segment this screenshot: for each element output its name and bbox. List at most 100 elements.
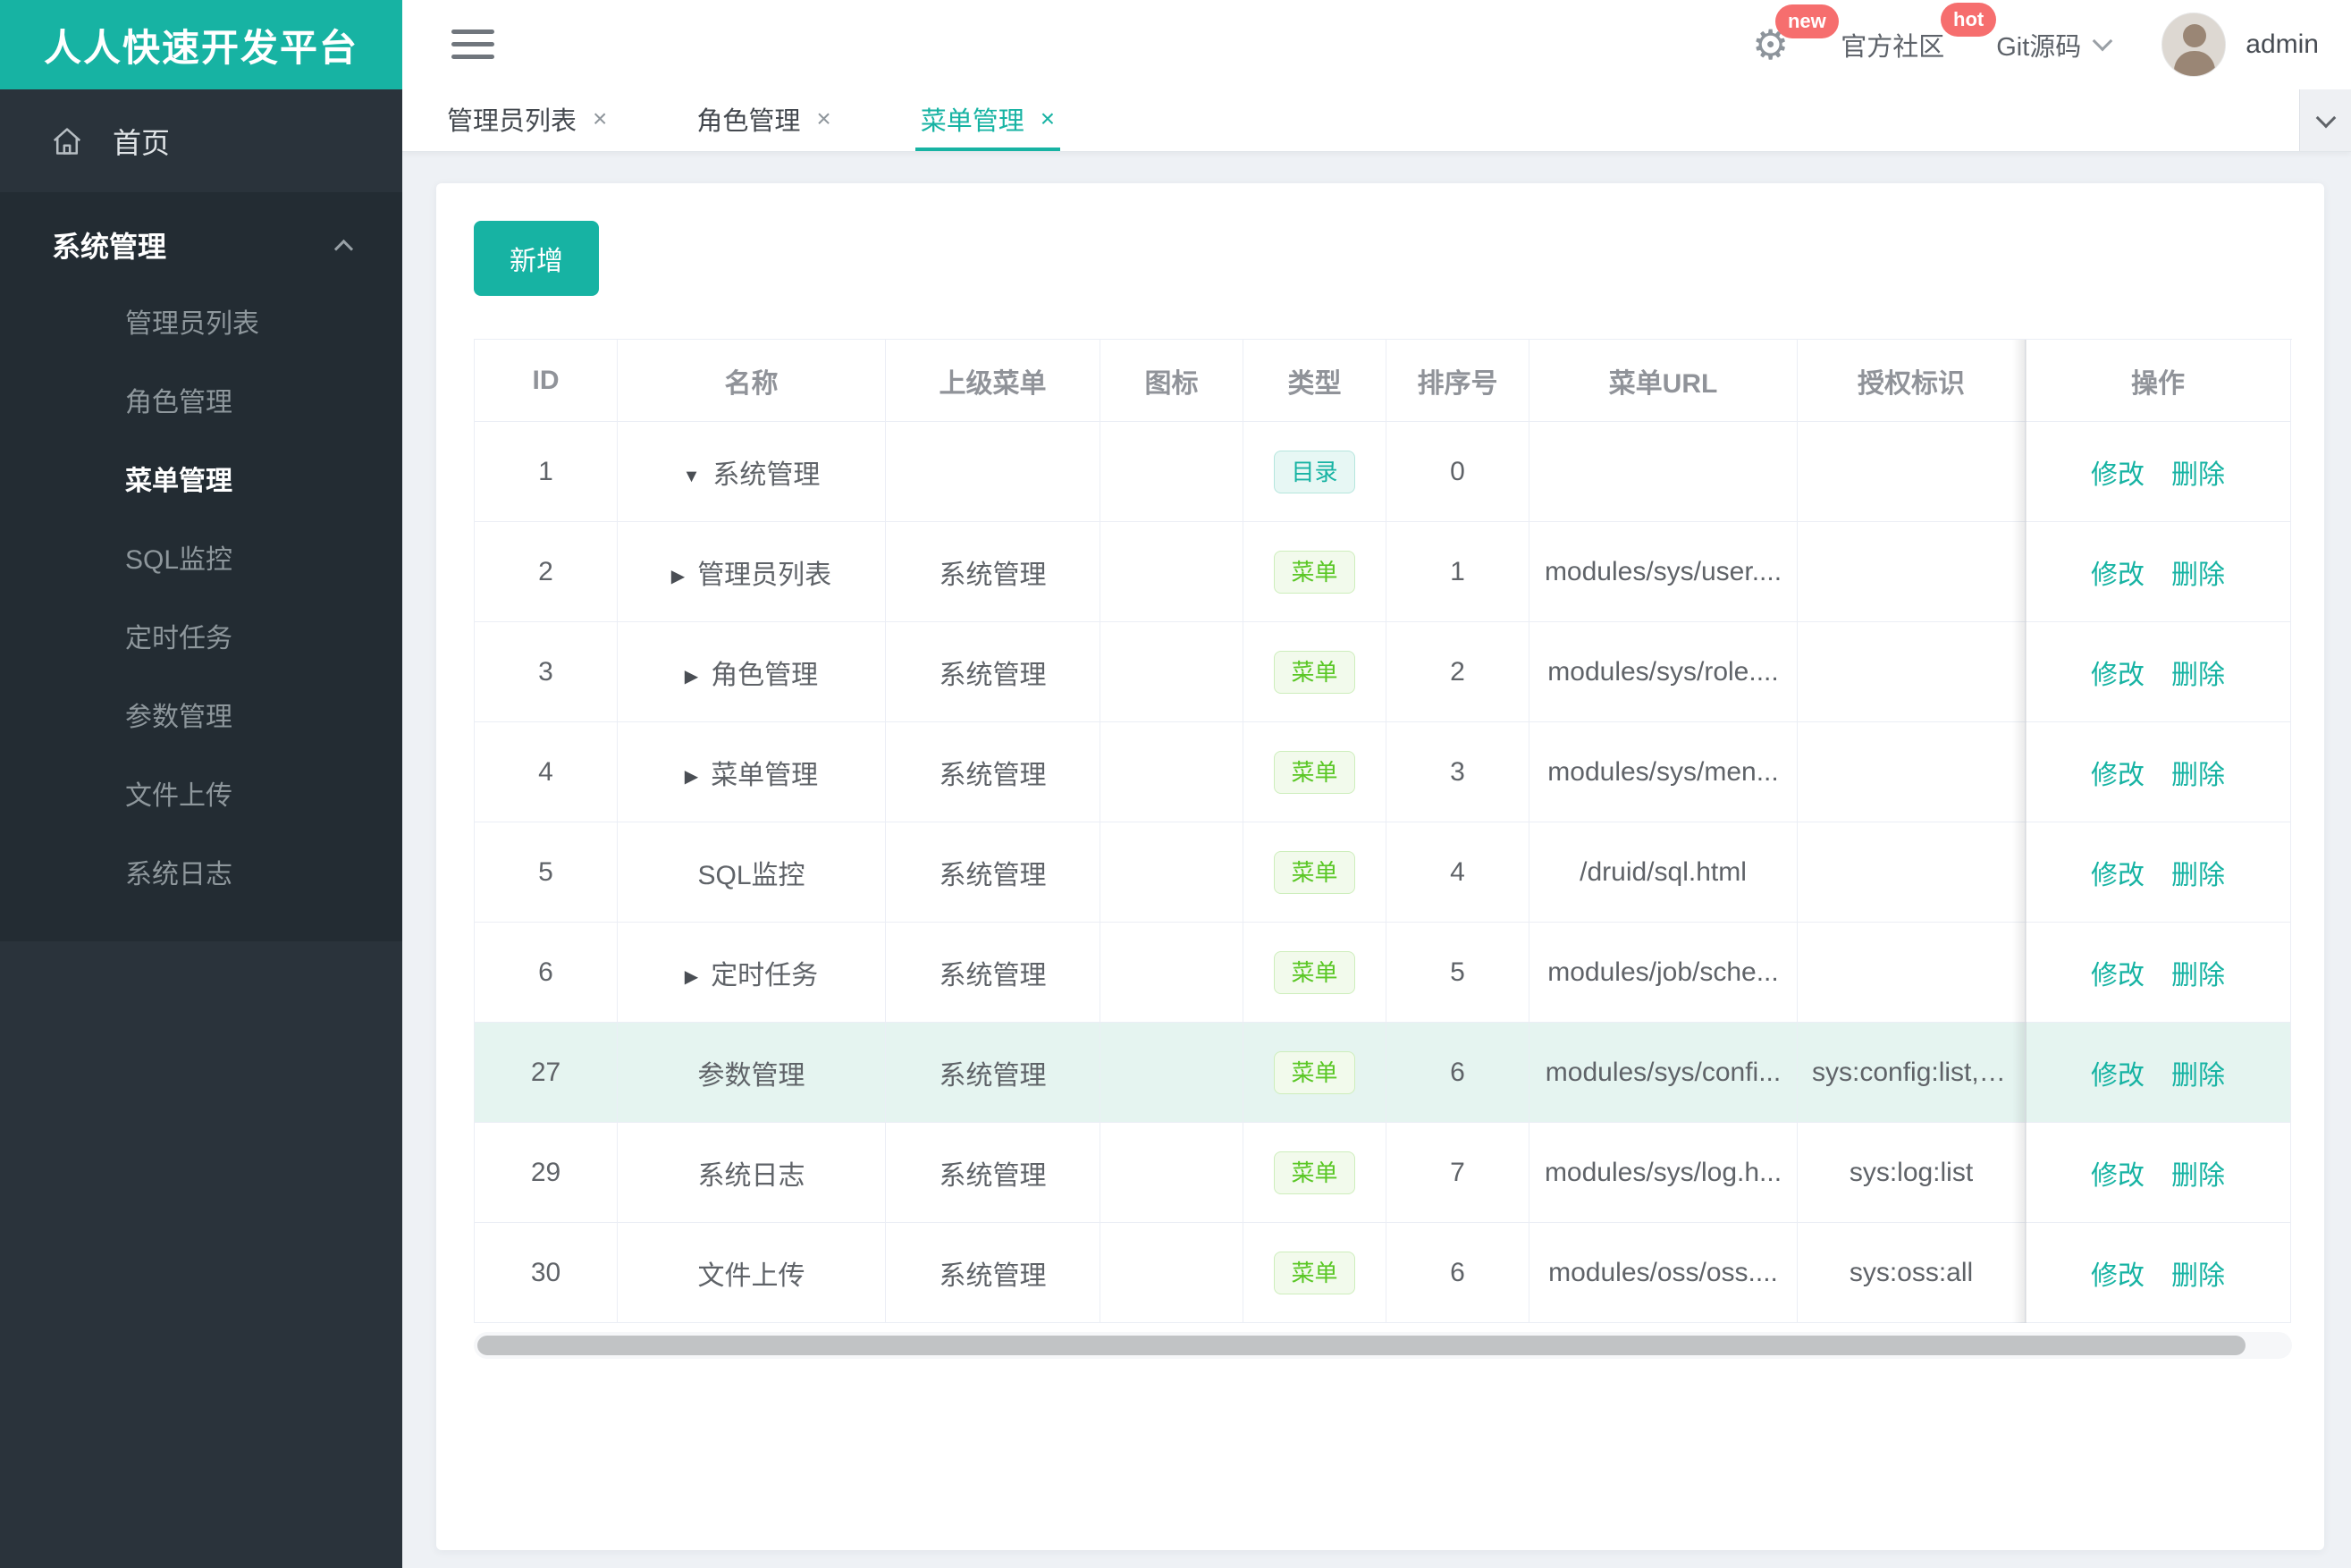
- table-body: 1 ▼ 系统管理 目录 0 修改 删除 2 ▶ 管理员列表 系统管理 菜单 1 modules/sys/u…: [475, 422, 2291, 1323]
- scrollbar-thumb[interactable]: [477, 1336, 2246, 1355]
- edit-link[interactable]: 修改: [2091, 661, 2145, 690]
- type-badge-menu: 菜单: [1274, 950, 1355, 994]
- close-tab-icon[interactable]: ×: [1041, 105, 1055, 133]
- sidebar-item-home[interactable]: 首页: [0, 89, 402, 192]
- menu-name: 菜单管理: [711, 760, 819, 790]
- delete-link[interactable]: 删除: [2171, 561, 2225, 590]
- cell-perms: sys:log:list: [1798, 1123, 2026, 1223]
- table-header-row: ID 名称 上级菜单 图标 类型 排序号 菜单URL 授权标识 操作: [475, 340, 2291, 422]
- horizontal-scrollbar[interactable]: [474, 1332, 2292, 1359]
- caret-right-icon[interactable]: ▶: [685, 765, 698, 788]
- edit-link[interactable]: 修改: [2091, 1161, 2145, 1191]
- cell-icon: [1100, 722, 1243, 822]
- add-button[interactable]: 新增: [474, 221, 599, 296]
- header-right: ⚙ new 官方社区 hot Git源码 admin: [1700, 0, 2319, 89]
- cell-id: 27: [475, 1023, 618, 1123]
- hamburger-menu-icon[interactable]: [451, 30, 494, 62]
- sidebar-item-4[interactable]: 定时任务: [0, 600, 402, 679]
- edit-link[interactable]: 修改: [2091, 961, 2145, 991]
- cell-order: 6: [1386, 1023, 1529, 1123]
- delete-link[interactable]: 删除: [2171, 1061, 2225, 1091]
- type-badge-menu: 菜单: [1274, 750, 1355, 794]
- tab-list-dropdown-button[interactable]: [2299, 89, 2351, 151]
- delete-link[interactable]: 删除: [2171, 761, 2225, 790]
- cell-actions: 修改 删除: [2026, 422, 2291, 522]
- cell-order: 3: [1386, 722, 1529, 822]
- community-link[interactable]: 官方社区 hot: [1841, 3, 1997, 63]
- cell-perms: [1798, 622, 2026, 722]
- cell-menu-url: /druid/sql.html: [1529, 822, 1798, 923]
- edit-link[interactable]: 修改: [2091, 460, 2145, 490]
- cell-name: 文件上传: [618, 1223, 886, 1323]
- edit-link[interactable]: 修改: [2091, 1061, 2145, 1091]
- cell-id: 3: [475, 622, 618, 722]
- delete-link[interactable]: 删除: [2171, 861, 2225, 890]
- sidebar-item-1[interactable]: 角色管理: [0, 364, 402, 443]
- caret-down-icon[interactable]: ▼: [683, 467, 701, 487]
- edit-link[interactable]: 修改: [2091, 1261, 2145, 1291]
- sidebar-item-3[interactable]: SQL监控: [0, 521, 402, 600]
- cell-icon: [1100, 1023, 1243, 1123]
- table-row: 3 ▶ 角色管理 系统管理 菜单 2 modules/sys/role.... 修改 删除: [475, 622, 2291, 722]
- sidebar-item-5[interactable]: 参数管理: [0, 679, 402, 757]
- caret-right-icon[interactable]: ▶: [685, 665, 698, 687]
- column-header-5: 排序号: [1386, 340, 1529, 422]
- cell-id: 5: [475, 822, 618, 923]
- cell-actions: 修改 删除: [2026, 1023, 2291, 1123]
- caret-right-icon[interactable]: ▶: [685, 965, 698, 988]
- cell-parent-menu: 系统管理: [886, 1123, 1100, 1223]
- git-source-label: Git源码: [1996, 33, 2082, 62]
- cell-id: 1: [475, 422, 618, 522]
- cell-menu-url: modules/sys/role....: [1529, 622, 1798, 722]
- cell-order: 5: [1386, 923, 1529, 1023]
- cell-parent-menu: 系统管理: [886, 722, 1100, 822]
- type-badge-menu: 菜单: [1274, 1251, 1355, 1294]
- sidebar-item-0[interactable]: 管理员列表: [0, 285, 402, 364]
- cell-menu-url: modules/sys/user....: [1529, 522, 1798, 622]
- edit-link[interactable]: 修改: [2091, 761, 2145, 790]
- sidebar-group-system: 系统管理 管理员列表 角色管理 菜单管理 SQL监控 定时任务 参数管理 文件上传 系统日志: [0, 192, 402, 941]
- type-badge-menu: 菜单: [1274, 550, 1355, 594]
- cell-name: 参数管理: [618, 1023, 886, 1123]
- edit-link[interactable]: 修改: [2091, 861, 2145, 890]
- delete-link[interactable]: 删除: [2171, 961, 2225, 991]
- column-header-3: 图标: [1100, 340, 1243, 422]
- tab-0[interactable]: 管理员列表 ×: [442, 89, 612, 151]
- new-badge: new: [1774, 4, 1839, 38]
- close-tab-icon[interactable]: ×: [816, 105, 830, 133]
- user-menu[interactable]: admin: [2161, 13, 2319, 77]
- table-row: 1 ▼ 系统管理 目录 0 修改 删除: [475, 422, 2291, 522]
- column-header-0: ID: [475, 340, 618, 422]
- cell-perms: sys:config:list,sys:.: [1798, 1023, 2026, 1123]
- sidebar-item-2[interactable]: 菜单管理: [0, 443, 402, 521]
- cell-parent-menu: 系统管理: [886, 1023, 1100, 1123]
- type-badge-menu: 菜单: [1274, 1050, 1355, 1094]
- table-row: 6 ▶ 定时任务 系统管理 菜单 5 modules/job/sche... 修改 删除: [475, 923, 2291, 1023]
- delete-link[interactable]: 删除: [2171, 1161, 2225, 1191]
- avatar[interactable]: [2161, 13, 2227, 77]
- type-badge-menu: 菜单: [1274, 1151, 1355, 1194]
- git-source-dropdown[interactable]: Git源码: [1996, 26, 2113, 63]
- delete-link[interactable]: 删除: [2171, 661, 2225, 690]
- sidebar-item-6[interactable]: 文件上传: [0, 757, 402, 836]
- settings-button[interactable]: ⚙ new: [1752, 4, 1839, 65]
- cell-type: 菜单: [1243, 1123, 1386, 1223]
- tab-1[interactable]: 角色管理 ×: [691, 89, 836, 151]
- caret-right-icon[interactable]: ▶: [671, 565, 685, 587]
- type-badge-directory: 目录: [1274, 450, 1355, 493]
- sidebar-submenu: 管理员列表 角色管理 菜单管理 SQL监控 定时任务 参数管理 文件上传 系统日志: [0, 285, 402, 915]
- delete-link[interactable]: 删除: [2171, 1261, 2225, 1291]
- sidebar-item-7[interactable]: 系统日志: [0, 836, 402, 915]
- delete-link[interactable]: 删除: [2171, 460, 2225, 490]
- close-tab-icon[interactable]: ×: [593, 105, 607, 133]
- cell-type: 菜单: [1243, 622, 1386, 722]
- edit-link[interactable]: 修改: [2091, 561, 2145, 590]
- cell-parent-menu: 系统管理: [886, 1223, 1100, 1323]
- chevron-up-icon: [333, 239, 354, 258]
- menu-name: SQL监控: [697, 860, 805, 890]
- tab-2[interactable]: 菜单管理 ×: [914, 89, 1061, 151]
- cell-id: 4: [475, 722, 618, 822]
- sidebar-group-title[interactable]: 系统管理: [0, 205, 402, 285]
- tab-bar: 管理员列表 × 角色管理 × 菜单管理 ×: [402, 89, 2351, 152]
- table-row: 30 文件上传 系统管理 菜单 6 modules/oss/oss.... sys:oss:…: [475, 1223, 2291, 1323]
